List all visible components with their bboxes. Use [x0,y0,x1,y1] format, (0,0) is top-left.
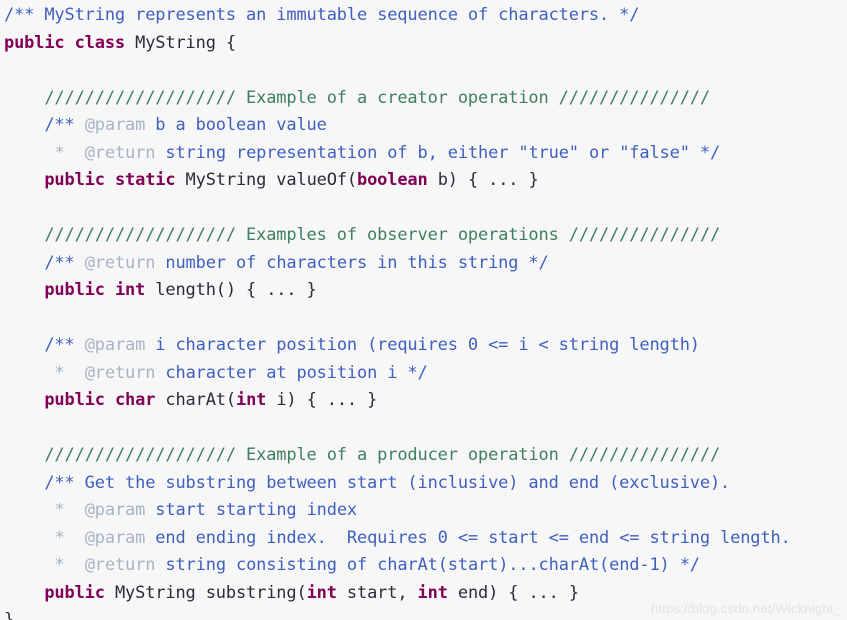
watermark-text: https://blog.csdn.net/Wicknight_ [651,601,841,616]
code-token-code: end) { ... } [447,582,579,603]
code-token-doc: number of characters in this string */ [155,252,549,273]
code-token-doc [75,500,85,520]
code-token-code [4,280,44,300]
code-token-tag: @param [84,527,146,548]
code-token-code: start, [336,582,418,603]
code-token-doc: end ending index. Requires 0 <= start <=… [145,527,791,548]
code-token-doc [75,143,85,163]
code-token-tag: @param [84,335,146,355]
code-screenshot: /** MyString represents an immutable seq… [0,0,847,620]
code-token-scmt: /////////////////// Example of a produce… [44,445,721,465]
code-line: * @param end ending index. Requires 0 <=… [4,525,791,553]
code-token-tag: * [54,362,75,383]
code-token-code [4,390,44,410]
code-token-kw: public int [44,280,156,300]
code-token-code: i) { ... } [266,390,378,410]
code-token-doc: /** [44,115,85,135]
code-token-doc [75,363,85,383]
code-token-doc: string representation of b, either "true… [155,142,721,163]
code-token-code: MyString substring( [114,582,307,603]
code-line: public int length() { ... } [4,277,791,305]
code-line: ​ [4,57,791,85]
code-token-kw: int [306,582,337,603]
code-token-doc: /** [44,335,85,355]
code-line: * @return string consisting of charAt(st… [4,552,791,580]
code-line: * @return string representation of b, ei… [4,140,791,168]
code-line: public class MyString { [4,30,791,58]
code-token-tag: @param [84,115,146,135]
code-token-doc [75,528,85,548]
code-line: /////////////////// Examples of observer… [4,222,791,250]
code-line: /** @param i character position (require… [4,332,791,360]
code-line: * @param start starting index [4,497,791,525]
code-line: * @return character at position i */ [4,360,791,388]
code-token-tag: * [54,142,75,163]
code-token-kw: public static [44,170,186,190]
code-line: public char charAt(int i) { ... } [4,387,791,415]
code-token-kw: int [417,582,448,603]
code-token-doc [75,555,85,575]
code-token-code [4,555,54,575]
code-line: /** @return number of characters in this… [4,250,791,278]
code-token-doc: string consisting of charAt(start)...cha… [155,555,700,575]
code-token-tag: @return [84,252,156,273]
code-token-doc: start starting index [145,500,358,520]
code-token-doc: b a boolean value [145,115,327,135]
code-line: ​ [4,415,791,443]
code-block[interactable]: /** MyString represents an immutable seq… [4,2,791,620]
code-token-code [4,528,54,548]
code-line: /** @param b a boolean value [4,112,791,140]
code-line: /////////////////// Example of a creator… [4,85,791,113]
code-line: /** Get the substring between start (inc… [4,470,791,498]
code-token-code [4,473,44,493]
code-token-scmt: /////////////////// Example of a creator… [44,87,710,108]
code-token-scmt: /////////////////// Examples of observer… [44,225,721,245]
code-token-kw: public char [44,390,166,410]
code-token-tag: @return [84,142,156,163]
code-token-kw: public class [4,32,136,53]
code-token-doc: /** Get the substring between start (inc… [44,472,731,493]
code-token-code [4,225,44,245]
code-token-code [4,335,44,355]
code-line: public static MyString valueOf(boolean b… [4,167,791,195]
code-token-kw: boolean [357,170,428,190]
code-line: /** MyString represents an immutable seq… [4,2,791,30]
code-token-code: charAt( [165,390,236,410]
code-token-doc: i character position (requires 0 <= i < … [145,335,700,355]
code-token-kw: public [44,582,115,603]
code-token-code [4,445,44,465]
code-token-code [4,143,54,163]
code-token-tag: * [54,527,75,548]
code-token-tag: @param [84,500,146,520]
code-token-code [4,253,44,273]
code-line: ​ [4,305,791,333]
code-token-code: } [4,610,15,620]
code-token-code [4,500,54,520]
code-token-code: MyString { [135,32,236,53]
code-token-code: length() { ... } [155,280,317,300]
code-token-code [4,363,54,383]
code-line: /////////////////// Example of a produce… [4,442,791,470]
code-token-code: b) { ... } [427,170,539,190]
code-token-doc: character at position i */ [155,362,428,383]
code-line: ​ [4,195,791,223]
code-token-tag: * [54,555,75,575]
code-token-code [4,88,44,108]
code-token-doc: /** [44,252,85,273]
code-token-code: MyString valueOf( [185,170,358,190]
code-token-kw: int [235,390,267,410]
code-token-code [4,115,44,135]
code-token-tag: @return [84,555,156,575]
code-token-tag: @return [84,362,156,383]
code-token-doc: /** MyString represents an immutable seq… [4,5,640,25]
code-token-code [4,583,44,603]
code-token-tag: * [54,500,75,520]
code-token-code [4,170,44,190]
